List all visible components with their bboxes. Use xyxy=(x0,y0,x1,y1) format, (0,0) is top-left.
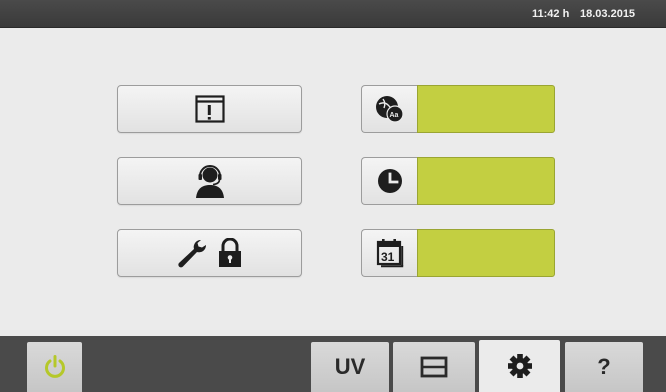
calendar-day-number: 31 xyxy=(381,250,395,264)
power-button[interactable] xyxy=(27,342,82,392)
tab-panel[interactable] xyxy=(393,342,475,392)
tab-settings[interactable] xyxy=(479,340,560,392)
date-icon-cell[interactable]: 31 xyxy=(361,229,417,277)
service-button[interactable] xyxy=(117,157,302,205)
calendar-icon: 31 xyxy=(376,239,403,268)
panel-icon xyxy=(420,356,448,378)
current-date: 18.03.2015 xyxy=(580,8,636,20)
date-value-field[interactable] xyxy=(417,229,555,277)
power-icon xyxy=(44,355,65,378)
help-label: ? xyxy=(597,354,611,379)
clock-time: 11:42 h xyxy=(532,8,570,20)
time-setting[interactable] xyxy=(361,157,555,205)
display-settings-button[interactable] xyxy=(117,85,302,133)
language-icon-cell[interactable]: A a xyxy=(361,85,417,133)
gear-icon xyxy=(507,354,532,378)
lock-icon xyxy=(218,238,241,267)
clock-icon xyxy=(377,169,402,193)
tab-uv[interactable]: UV xyxy=(311,342,389,392)
maintenance-locked-button[interactable] xyxy=(117,229,302,277)
language-value-field[interactable] xyxy=(417,85,555,133)
date-setting[interactable]: 31 xyxy=(361,229,555,277)
time-icon-cell[interactable] xyxy=(361,157,417,205)
status-bar: 11:42 h 18.03.2015 xyxy=(0,0,666,28)
settings-menu: A a 31 xyxy=(0,28,666,336)
tab-uv-label: UV xyxy=(334,354,366,379)
wrench-icon xyxy=(177,239,206,268)
service-person-headset-icon xyxy=(195,165,224,198)
bottom-tab-bar: UV ? xyxy=(0,336,666,392)
time-value-field[interactable] xyxy=(417,157,555,205)
language-setting[interactable]: A a xyxy=(361,85,555,133)
window-alert-icon xyxy=(194,95,225,123)
svg-text:a: a xyxy=(394,112,398,119)
tab-help[interactable]: ? xyxy=(565,342,643,392)
language-globe-icon: A a xyxy=(375,96,404,123)
